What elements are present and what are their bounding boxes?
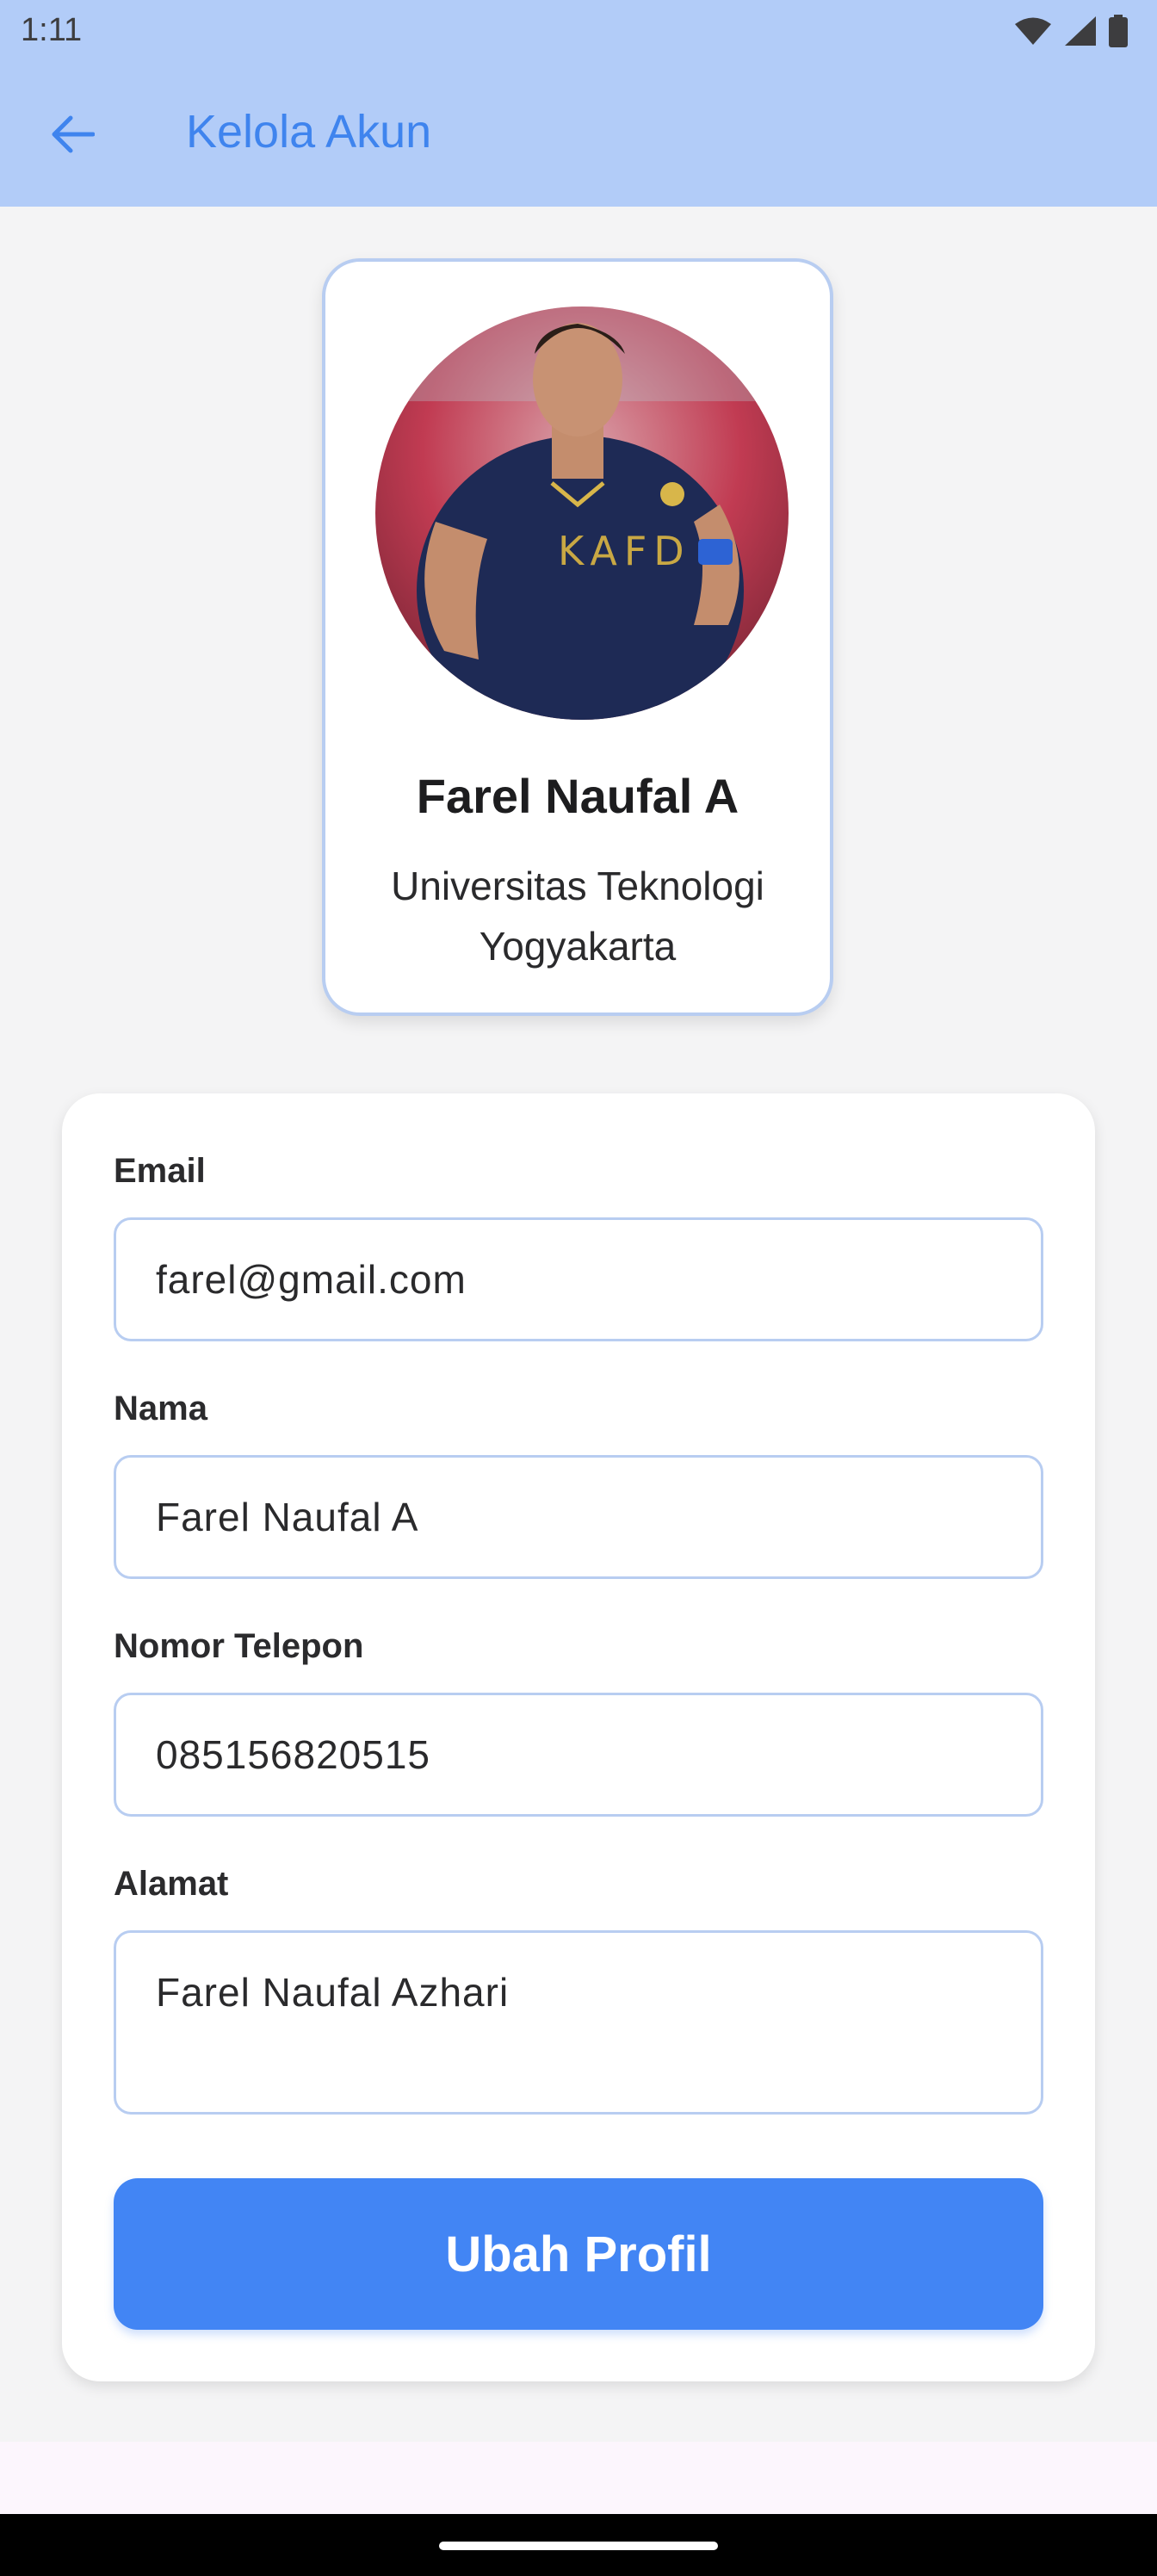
cell-signal-icon [1065, 16, 1096, 46]
status-icons [1014, 12, 1128, 50]
status-bar: 1:11 [0, 0, 1157, 62]
bottom-area [0, 2442, 1157, 2514]
system-nav-bar [0, 2514, 1157, 2576]
profile-form: Email farel@gmail.com Nama Farel Naufal … [62, 1093, 1095, 2381]
avatar: KAFD [375, 307, 789, 720]
address-value: Farel Naufal Azhari [156, 1970, 510, 2015]
home-indicator[interactable] [439, 2542, 718, 2550]
wifi-icon [1015, 17, 1051, 45]
phone-label: Nomor Telepon [114, 1627, 364, 1665]
back-button[interactable] [31, 98, 114, 170]
page-title: Kelola Akun [186, 106, 432, 158]
address-field[interactable]: Farel Naufal Azhari [114, 1930, 1043, 2115]
svg-text:KAFD: KAFD [558, 528, 691, 574]
profile-university: Universitas Teknologi Yogyakarta [391, 864, 764, 969]
profile-card: KAFD Farel Naufal A Universitas Teknolog… [322, 258, 833, 1016]
address-label: Alamat [114, 1865, 229, 1903]
battery-icon [1109, 15, 1128, 47]
profile-name: Farel Naufal A [416, 769, 739, 823]
status-time: 1:11 [21, 12, 83, 48]
name-value: Farel Naufal A [156, 1495, 419, 1539]
name-field[interactable]: Farel Naufal A [114, 1455, 1043, 1579]
name-label: Nama [114, 1390, 207, 1427]
email-field[interactable]: farel@gmail.com [114, 1217, 1043, 1341]
email-value: farel@gmail.com [156, 1257, 467, 1302]
app-bar: Kelola Akun [0, 62, 1157, 207]
phone-value: 085156820515 [156, 1732, 430, 1777]
update-profile-button[interactable]: Ubah Profil [114, 2178, 1043, 2330]
avatar-photo: KAFD [375, 307, 789, 720]
email-label: Email [114, 1152, 206, 1190]
phone-field[interactable]: 085156820515 [114, 1693, 1043, 1817]
arrow-left-icon [52, 115, 95, 153]
